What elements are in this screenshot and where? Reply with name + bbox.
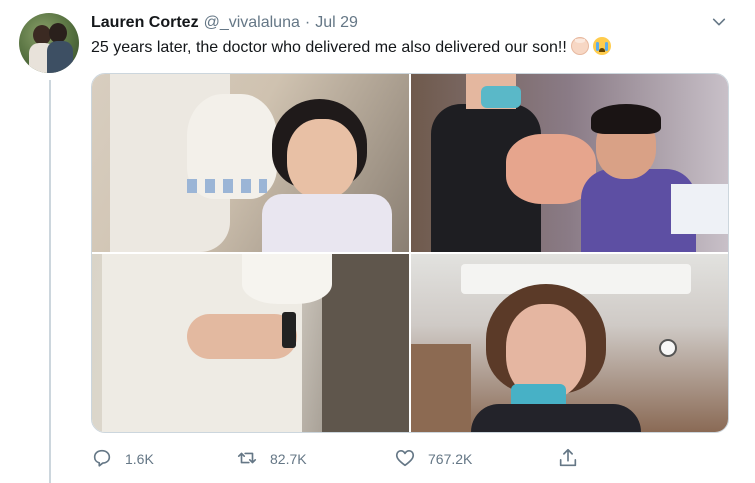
tweet-text: 25 years later, the doctor who delivered…: [91, 39, 567, 56]
thread-line: [49, 80, 51, 483]
tweet-actions: 1.6K 82.7K 767.2K: [91, 445, 581, 473]
media-grid: [91, 73, 729, 433]
reply-count: 1.6K: [125, 451, 154, 467]
photo-doctor-holding-newborn-present[interactable]: [411, 74, 728, 252]
reply-icon: [91, 447, 113, 472]
baby-emoji: [570, 37, 589, 55]
reply-button[interactable]: 1.6K: [91, 445, 154, 473]
retweet-icon: [236, 447, 258, 472]
like-icon: [394, 447, 416, 472]
caret-down-icon[interactable]: [709, 12, 729, 32]
photo-smiling-doctor-selfie[interactable]: [411, 254, 728, 432]
avatar[interactable]: [19, 13, 79, 73]
retweet-count: 82.7K: [270, 451, 307, 467]
share-button[interactable]: [557, 445, 579, 473]
separator-dot: ·: [304, 14, 311, 31]
photo-doctor-arms-closeup[interactable]: [92, 254, 409, 432]
retweet-button[interactable]: 82.7K: [236, 445, 307, 473]
tweet-date[interactable]: Jul 29: [315, 14, 358, 32]
author-handle[interactable]: @_vivalaluna: [204, 14, 300, 32]
like-button[interactable]: 767.2K: [394, 445, 472, 473]
tweet-header: Lauren Cortez @_vivalaluna · Jul 29: [91, 13, 358, 33]
avatar-person-body: [47, 41, 73, 73]
tweet-text-line: 25 years later, the doctor who delivered…: [91, 37, 611, 59]
author-name[interactable]: Lauren Cortez: [91, 14, 199, 32]
photo-doctor-holding-newborn-1990s[interactable]: [92, 74, 409, 252]
avatar-person-head: [49, 23, 67, 43]
like-count: 767.2K: [428, 451, 473, 467]
share-icon: [557, 447, 579, 472]
crying-face-emoji: [592, 37, 611, 55]
